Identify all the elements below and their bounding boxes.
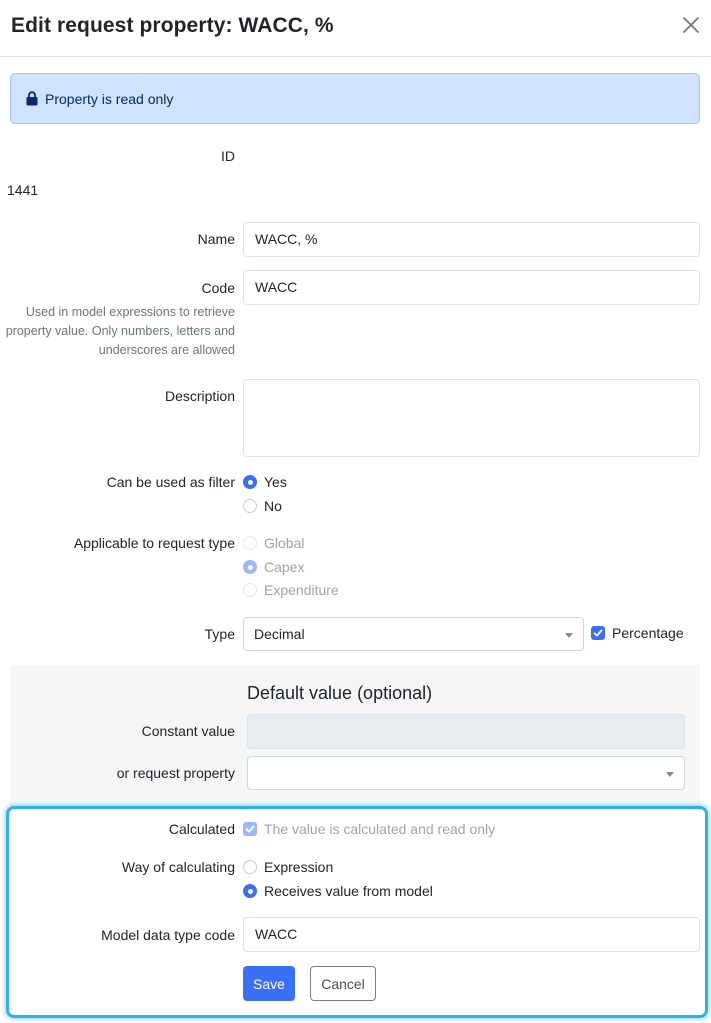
save-button[interactable]: Save xyxy=(243,966,295,1001)
filter-yes-radio[interactable] xyxy=(243,475,257,489)
way-expression-radio[interactable] xyxy=(243,860,257,874)
percentage-checkbox[interactable] xyxy=(591,626,605,640)
request-type-global-label: Global xyxy=(264,535,305,551)
name-input[interactable]: WACC, % xyxy=(243,222,700,257)
calculated-checkbox-label: The value is calculated and read only xyxy=(264,821,496,837)
lock-icon xyxy=(26,91,38,106)
request-property-select[interactable] xyxy=(247,756,685,790)
request-type-expenditure-label: Expenditure xyxy=(264,582,339,598)
percentage-label[interactable]: Percentage xyxy=(612,625,684,641)
request-type-capex-label: Capex xyxy=(264,559,305,575)
read-only-alert: Property is read only xyxy=(10,73,700,124)
calculated-label: Calculated xyxy=(168,821,235,837)
filter-no-radio[interactable] xyxy=(243,499,257,513)
request-type-global-radio xyxy=(243,536,257,550)
alert-text: Property is read only xyxy=(45,91,174,107)
description-label: Description xyxy=(164,388,235,404)
close-icon[interactable] xyxy=(680,14,702,36)
default-value-title: Default value (optional) xyxy=(247,683,433,703)
type-label: Type xyxy=(204,626,235,642)
way-model-radio[interactable] xyxy=(243,884,257,898)
constant-value-input xyxy=(247,714,685,749)
way-expression-label[interactable]: Expression xyxy=(264,859,333,875)
description-textarea[interactable] xyxy=(243,379,700,457)
chevron-down-icon xyxy=(565,633,573,638)
request-type-expenditure-radio xyxy=(243,583,257,597)
type-select[interactable]: Decimal xyxy=(243,617,584,651)
constant-value-label: Constant value xyxy=(141,723,235,739)
name-label: Name xyxy=(197,231,235,247)
code-help-text: Used in model expressions to retrieve pr… xyxy=(5,305,235,357)
code-label: Code xyxy=(201,280,235,296)
cancel-button[interactable]: Cancel xyxy=(310,966,376,1001)
model-data-type-code-input[interactable]: WACC xyxy=(243,917,700,952)
dialog-header: Edit request property: WACC, % xyxy=(0,0,711,57)
dialog-title: Edit request property: WACC, % xyxy=(11,14,334,37)
calculated-checkbox xyxy=(243,822,257,836)
type-select-value: Decimal xyxy=(254,626,305,642)
chevron-down-icon xyxy=(666,772,674,777)
id-value: 1441 xyxy=(7,182,39,198)
filter-label: Can be used as filter xyxy=(106,474,235,490)
id-label: ID xyxy=(221,148,235,164)
way-model-label[interactable]: Receives value from model xyxy=(264,883,433,899)
code-input[interactable]: WACC xyxy=(243,270,700,305)
model-data-type-code-label: Model data type code xyxy=(101,927,235,943)
way-of-calculating-label: Way of calculating xyxy=(121,859,235,875)
request-type-label: Applicable to request type xyxy=(73,535,235,551)
request-type-capex-radio xyxy=(243,560,257,574)
filter-yes-label[interactable]: Yes xyxy=(264,474,287,490)
request-property-label: or request property xyxy=(116,765,235,781)
filter-no-label[interactable]: No xyxy=(264,498,282,514)
